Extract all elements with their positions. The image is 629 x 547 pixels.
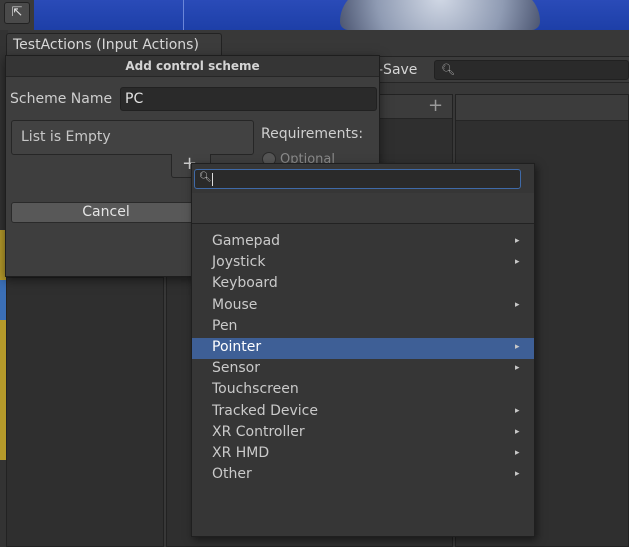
search-icon: 🔍︎ [441, 63, 455, 76]
device-item-gamepad[interactable]: Gamepad ▸ [192, 232, 534, 253]
requirements-label: Requirements: [261, 126, 364, 142]
device-item-label: Touchscreen [212, 381, 299, 398]
window-tab[interactable]: TestActions (Input Actions) [6, 33, 222, 57]
search-icon: 🔍︎ [199, 172, 212, 183]
chevron-right-icon: ▸ [515, 426, 520, 437]
device-item-mouse[interactable]: Mouse ▸ [192, 296, 534, 317]
scheme-name-label: Scheme Name [10, 91, 113, 107]
device-item-label: Pointer [212, 339, 262, 355]
chevron-right-icon: ▸ [515, 469, 520, 480]
scene-view-strip: ⇱ [0, 0, 629, 30]
scene-robot-model [340, 0, 540, 30]
move-tool-icon[interactable]: ⇱ [4, 2, 30, 24]
device-item-joystick[interactable]: Joystick ▸ [192, 253, 534, 274]
device-item-sensor[interactable]: Sensor ▸ [192, 359, 534, 380]
device-item-keyboard[interactable]: Keyboard [192, 274, 534, 295]
device-item-pen[interactable]: Pen [192, 317, 534, 338]
device-requirements-list: List is Empty [11, 120, 254, 155]
properties-header [456, 95, 628, 121]
device-item-xr-hmd[interactable]: XR HMD ▸ [192, 444, 534, 465]
chevron-right-icon: ▸ [515, 236, 520, 246]
device-item-tracked-device[interactable]: Tracked Device ▸ [192, 402, 534, 423]
device-item-label: XR Controller [212, 423, 305, 440]
device-item-label: Pen [212, 317, 238, 334]
chevron-right-icon: ▸ [515, 299, 520, 310]
device-item-label: Tracked Device [212, 402, 318, 419]
chevron-right-icon: ▸ [515, 257, 520, 268]
dialog-title: Add control scheme [6, 56, 379, 77]
cancel-button[interactable]: Cancel [11, 202, 201, 223]
action-maps-column [6, 277, 164, 547]
scheme-name-input[interactable]: PC [120, 87, 377, 111]
device-item-label: Sensor [212, 360, 260, 377]
device-item-label: Gamepad [212, 233, 281, 249]
scene-sky [34, 0, 629, 30]
chevron-right-icon: ▸ [515, 342, 520, 352]
device-item-label: Joystick [212, 254, 266, 271]
device-item-touchscreen[interactable]: Touchscreen [192, 380, 534, 401]
device-item-other[interactable]: Other ▸ [192, 465, 534, 486]
device-item-label: Mouse [212, 296, 258, 313]
device-item-xr-controller[interactable]: XR Controller ▸ [192, 423, 534, 444]
scene-grid-line [183, 0, 184, 30]
device-search-input[interactable]: 🔍︎ [194, 169, 521, 189]
device-dropdown: 🔍︎ Gamepad ▸ Joystick ▸ Keyboard Mouse ▸ Pen Poi… [191, 163, 535, 537]
dropdown-header [192, 193, 534, 224]
chevron-right-icon: ▸ [515, 405, 520, 416]
device-item-label: XR HMD [212, 445, 270, 461]
chevron-right-icon: ▸ [515, 448, 520, 458]
device-item-pointer[interactable]: Pointer ▸ [192, 338, 534, 359]
list-empty-text: List is Empty [21, 129, 111, 145]
toolbar-search-input[interactable]: 🔍︎ [434, 60, 629, 80]
device-item-label: Keyboard [212, 275, 278, 292]
save-asset-button[interactable]: -Save [378, 62, 417, 78]
text-caret [212, 173, 213, 186]
device-item-label: Other [212, 466, 252, 483]
chevron-right-icon: ▸ [515, 363, 520, 374]
add-action-button[interactable]: + [428, 95, 443, 116]
